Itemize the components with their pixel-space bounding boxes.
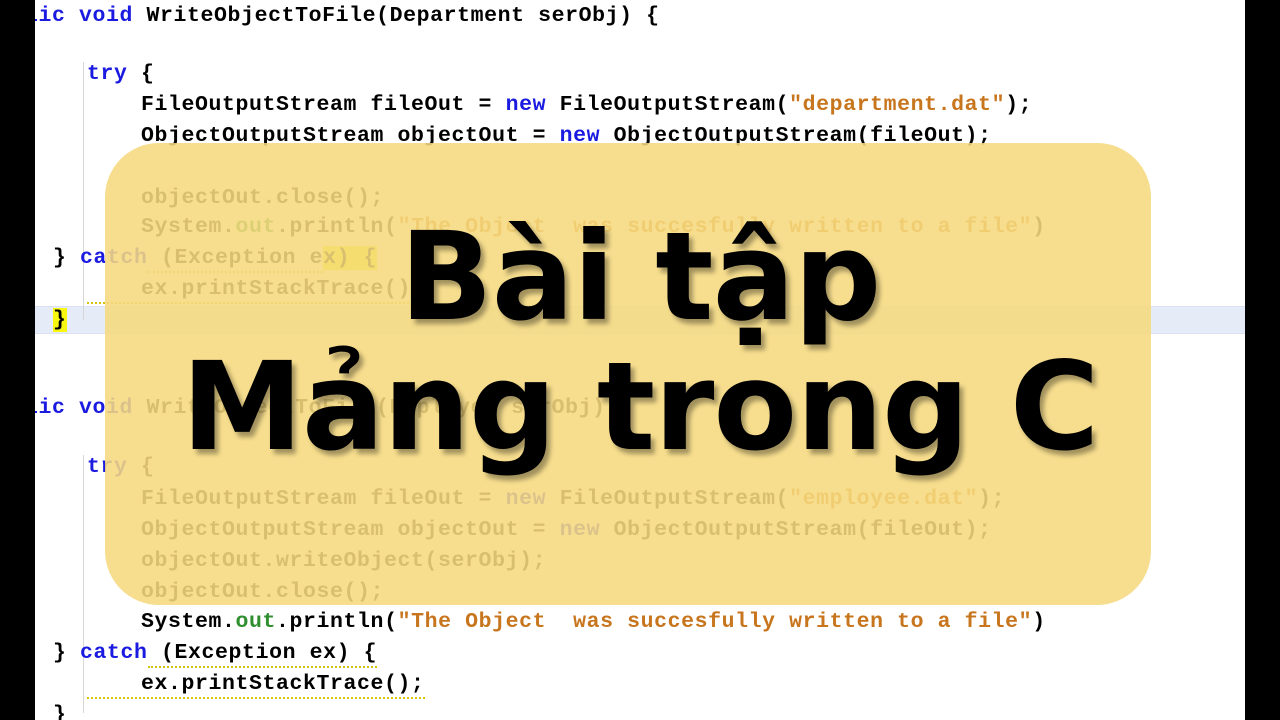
- video-thumbnail: ublic void WriteObjectToFile(Department …: [0, 0, 1280, 720]
- string-literal-success-message: "The Object was succesfully written to a…: [397, 610, 1033, 634]
- code-line-method1-try: try {: [87, 62, 155, 86]
- title-backdrop-card: [105, 143, 1151, 605]
- code-line-method1-fileout: FileOutputStream fileOut = new FileOutpu…: [87, 93, 1033, 117]
- letterbox-bar-left: [0, 0, 35, 720]
- matched-closing-brace: }: [53, 308, 67, 332]
- keyword-void: void: [79, 4, 134, 28]
- code-line-method2-printstack: ex.printStackTrace();: [87, 672, 425, 699]
- fileout-decl: FileOutputStream fileOut =: [87, 93, 506, 117]
- keyword-new: new: [505, 93, 547, 117]
- string-literal-department-dat: "department.dat": [789, 93, 1006, 117]
- letterbox-bar-right: [1245, 0, 1280, 720]
- println-tail: ): [1032, 610, 1046, 634]
- signature-rest: WriteObjectToFile(Department serObj) {: [133, 4, 660, 28]
- signature-text: [66, 4, 80, 28]
- indent-guide: [83, 455, 84, 713]
- catch-params: (Exception ex) {: [147, 641, 378, 668]
- fileout-tail: );: [1005, 93, 1033, 117]
- printstacktrace-call: ex.printStackTrace();: [87, 672, 425, 699]
- field-out: out: [235, 610, 277, 634]
- code-line-method1-signature: ublic void WriteObjectToFile(Department …: [35, 4, 660, 28]
- code-line-method1-end-brace: }: [53, 308, 67, 332]
- println-method: .println(: [276, 610, 398, 634]
- code-line-method2-catch: } catch (Exception ex) {: [53, 641, 378, 668]
- keyword-public: ublic: [35, 4, 66, 28]
- signature-text: [66, 396, 80, 420]
- keyword-public: ublic: [35, 396, 66, 420]
- code-line-method2-println: System.out.println("The Object was succe…: [87, 610, 1046, 634]
- code-line-method2-end-brace: }: [53, 703, 67, 720]
- indent-guide: [83, 62, 84, 320]
- keyword-catch: catch: [80, 641, 148, 665]
- closing-brace: }: [53, 246, 67, 270]
- try-brace: {: [127, 62, 155, 86]
- keyword-try: try: [87, 62, 128, 86]
- fileout-ctor: FileOutputStream(: [546, 93, 790, 117]
- closing-brace: }: [53, 641, 67, 665]
- println-system: System.: [87, 610, 236, 634]
- closing-brace: }: [53, 703, 67, 720]
